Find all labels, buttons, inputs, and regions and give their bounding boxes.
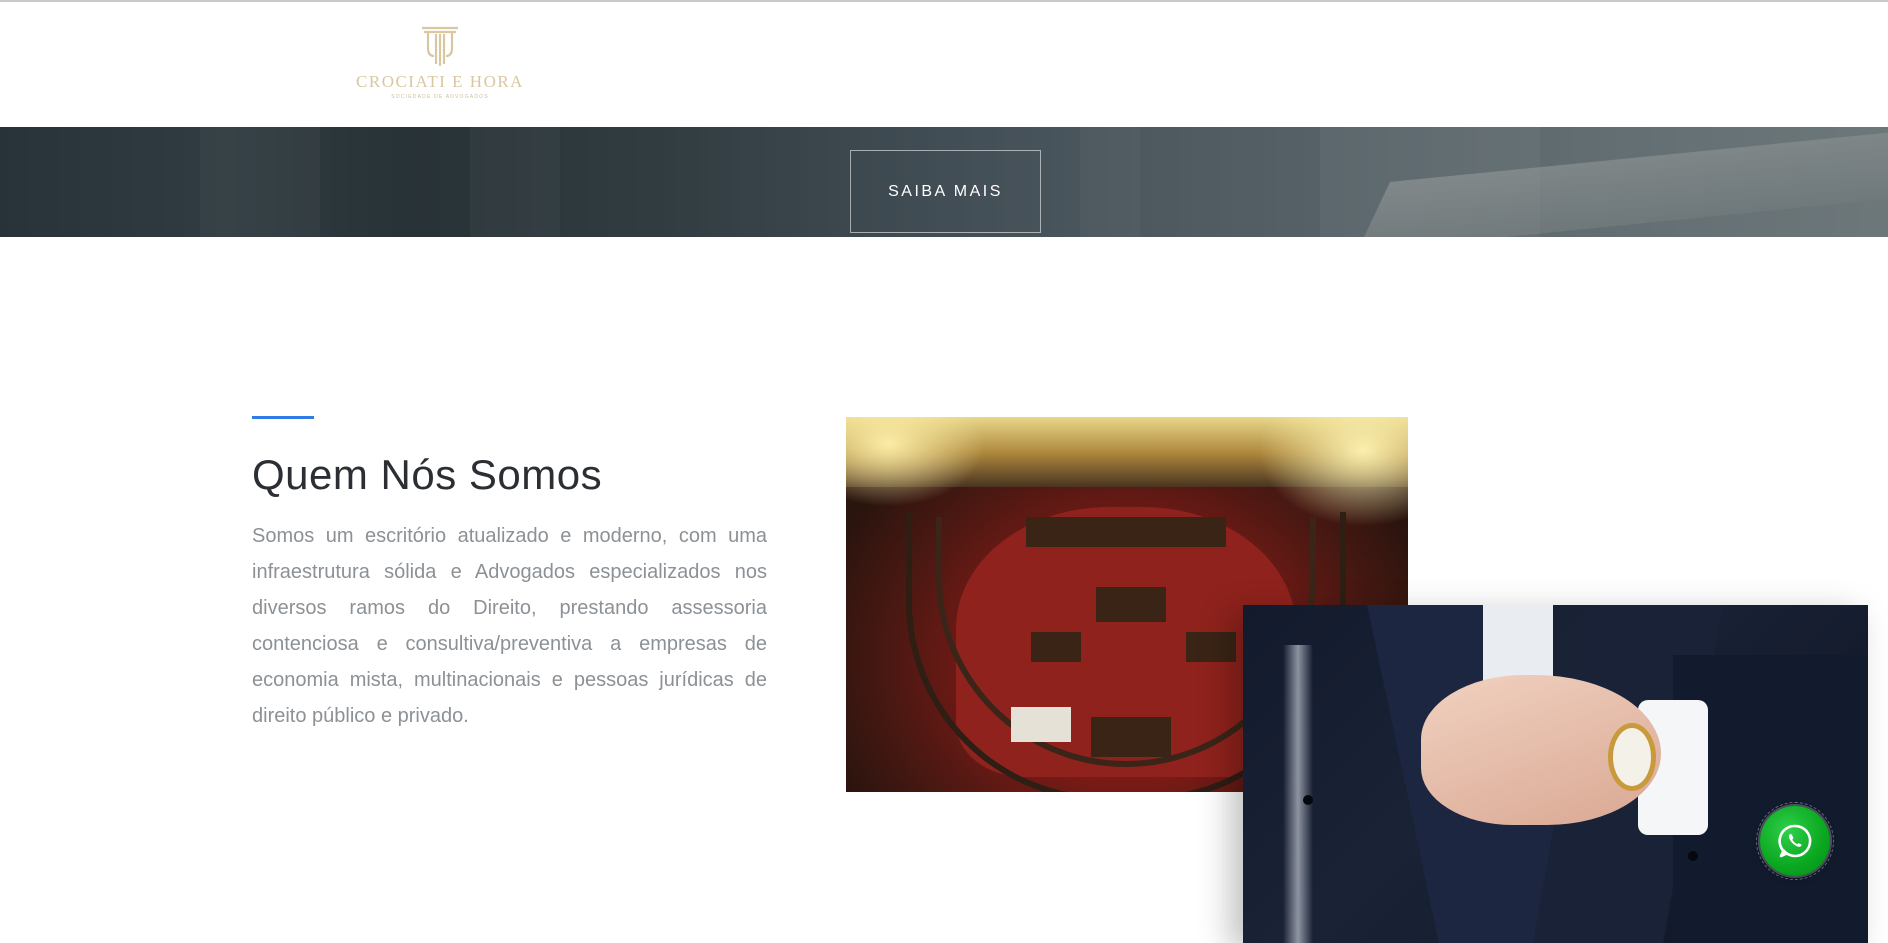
courtroom-table bbox=[1026, 517, 1226, 547]
courtroom-light bbox=[1258, 417, 1408, 527]
site-header: CROCIATI E HORA SOCIEDADE DE ADVOGADOS bbox=[0, 2, 1888, 127]
whatsapp-button[interactable] bbox=[1756, 802, 1834, 880]
courtroom-table bbox=[1031, 632, 1081, 662]
suit-highlight bbox=[1283, 645, 1313, 943]
courtroom-light bbox=[846, 417, 986, 507]
whatsapp-ring bbox=[1756, 802, 1834, 880]
about-title: Quem Nós Somos bbox=[252, 451, 603, 498]
hero-banner: SAIBA MAIS bbox=[0, 127, 1888, 237]
column-icon bbox=[422, 26, 458, 66]
saiba-mais-button[interactable]: SAIBA MAIS bbox=[850, 150, 1041, 233]
businessman-photo bbox=[1243, 605, 1868, 943]
logo-name: CROCIATI E HORA bbox=[356, 72, 524, 91]
courtroom-table bbox=[1011, 707, 1071, 742]
logo[interactable]: CROCIATI E HORA SOCIEDADE DE ADVOGADOS bbox=[352, 26, 528, 104]
courtroom-table bbox=[1186, 632, 1236, 662]
section-accent-line bbox=[252, 416, 314, 419]
cufflink bbox=[1688, 851, 1698, 861]
courtroom-podium bbox=[1091, 717, 1171, 757]
suit-button bbox=[1303, 795, 1313, 805]
watch bbox=[1608, 723, 1656, 791]
about-text: Somos um escritório atualizado e moderno… bbox=[252, 525, 767, 727]
logo-subtitle: SOCIEDADE DE ADVOGADOS bbox=[391, 94, 489, 100]
courtroom-table bbox=[1096, 587, 1166, 622]
